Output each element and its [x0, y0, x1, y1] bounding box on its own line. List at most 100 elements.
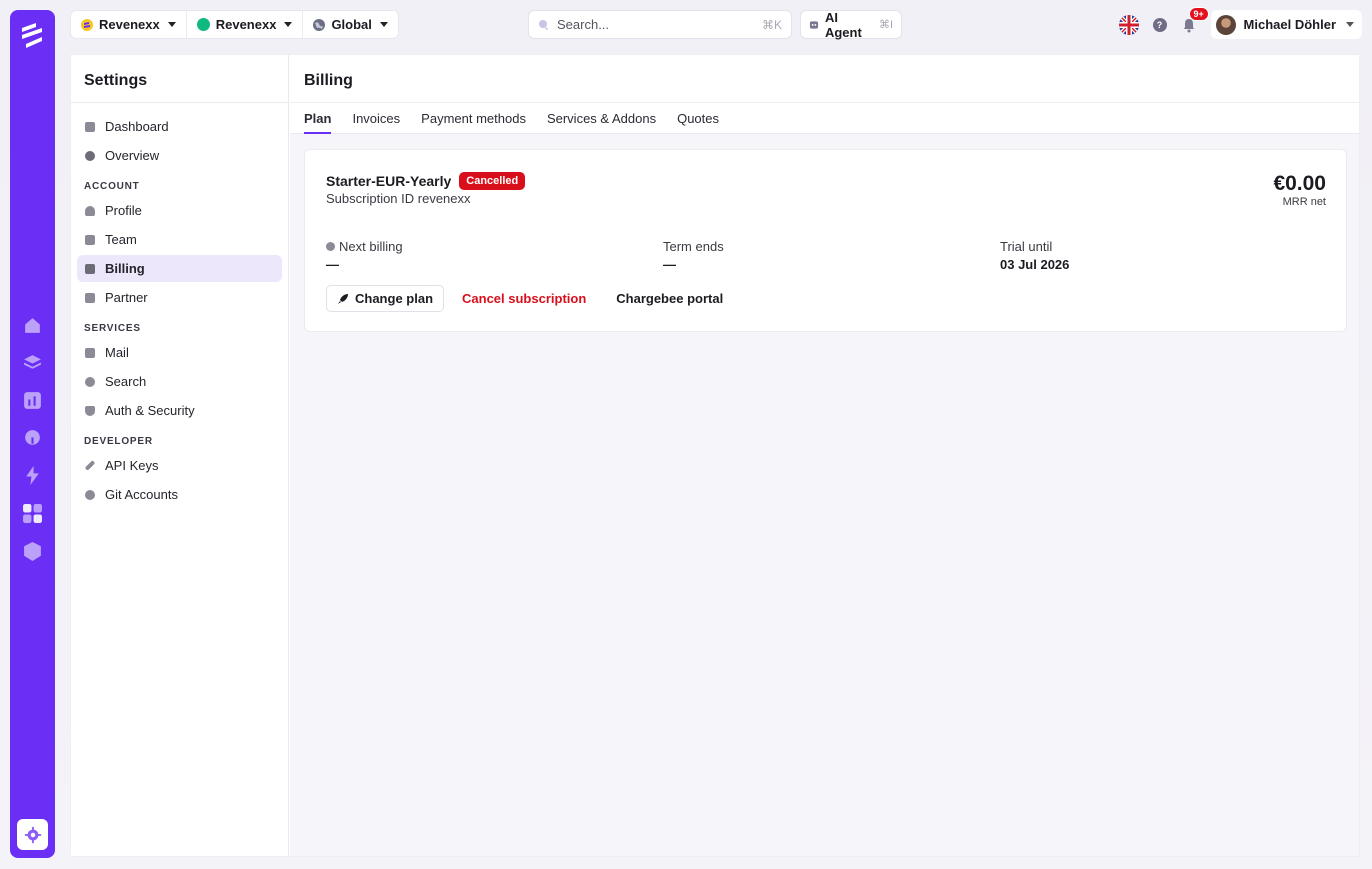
sidebar-item-label: Billing: [105, 261, 145, 276]
gear-icon: [24, 826, 41, 843]
app-rail: [10, 10, 55, 858]
sidebar-item-label: Team: [105, 232, 137, 247]
org-label: Revenexx: [215, 17, 277, 32]
term-ends-value: —: [663, 257, 676, 272]
notifications-button[interactable]: 9+: [1181, 6, 1209, 33]
tab-quotes[interactable]: Quotes: [677, 103, 719, 134]
ai-agent-label: AI Agent: [824, 9, 862, 40]
page-title: Billing: [290, 55, 1359, 103]
revenexx-logo-icon: [81, 18, 93, 31]
sidebar-item-api-keys[interactable]: API Keys: [77, 452, 282, 479]
sidebar-item-overview[interactable]: Overview: [77, 142, 282, 169]
sidebar-item-search[interactable]: Search: [77, 368, 282, 395]
settings-panel: Settings Dashboard Overview ACCOUNT Prof…: [70, 54, 1360, 857]
sidebar-item-dashboard[interactable]: Dashboard: [77, 113, 282, 140]
next-billing-label: Next billing: [339, 239, 403, 254]
user-name: Michael Döhler: [1243, 17, 1336, 32]
org-switcher[interactable]: Revenexx: [187, 11, 304, 38]
cancel-subscription-link[interactable]: Cancel subscription: [462, 291, 586, 306]
subscription-id: Subscription ID revenexx: [326, 191, 471, 206]
git-icon: [85, 489, 95, 500]
search-input[interactable]: Search... ⌘K: [528, 10, 792, 39]
dashboard-icon: [85, 121, 95, 132]
sidebar-item-label: Dashboard: [105, 119, 169, 134]
trial-until-label: Trial until: [1000, 239, 1053, 254]
next-billing: Next billing —: [326, 239, 403, 272]
avatar: [1215, 14, 1236, 35]
sidebar-item-billing[interactable]: Billing: [77, 255, 282, 282]
sidebar-item-label: Mail: [105, 345, 129, 360]
next-billing-label-row: Next billing: [326, 239, 403, 254]
sidebar-item-team[interactable]: Team: [77, 226, 282, 253]
help-icon[interactable]: ?: [1152, 17, 1167, 32]
search-shortcut: ⌘K: [761, 17, 782, 32]
chargebee-portal-link[interactable]: Chargebee portal: [616, 291, 723, 306]
chevron-down-icon: [379, 22, 388, 27]
tab-invoices[interactable]: Invoices: [352, 103, 400, 134]
price-label: MRR net: [1282, 196, 1326, 208]
sidebar-item-label: Auth & Security: [105, 403, 195, 418]
notifications-badge: 9+: [1188, 6, 1209, 21]
search-icon: [539, 19, 549, 30]
section-developer: DEVELOPER: [84, 436, 153, 447]
trial-until: Trial until 03 Jul 2026: [1000, 239, 1069, 272]
chart-icon[interactable]: [22, 390, 43, 411]
settings-rail-button[interactable]: [17, 819, 48, 850]
company-switcher[interactable]: Revenexx: [71, 11, 187, 38]
sidebar-item-auth-security[interactable]: Auth & Security: [77, 397, 282, 424]
card-icon: [85, 263, 95, 274]
user-icon: [85, 205, 95, 216]
tab-services-addons[interactable]: Services & Addons: [547, 103, 656, 134]
home-icon[interactable]: [22, 315, 43, 336]
bolt-icon[interactable]: [22, 465, 43, 486]
sidebar-item-partner[interactable]: Partner: [77, 284, 282, 311]
plan-header: Starter-EUR-Yearly Cancelled: [326, 172, 526, 190]
team-icon: [85, 234, 95, 245]
change-plan-button[interactable]: Change plan: [326, 285, 445, 312]
tab-payment-methods[interactable]: Payment methods: [421, 103, 526, 134]
ai-agent-shortcut: ⌘I: [878, 19, 893, 31]
sidebar-item-label: Git Accounts: [105, 487, 178, 502]
context-switchers: Revenexx Revenexx Global: [70, 10, 399, 39]
pin-icon[interactable]: [22, 428, 43, 449]
term-ends-label: Term ends: [663, 239, 724, 254]
box-icon[interactable]: [22, 541, 43, 562]
overview-icon: [85, 150, 95, 161]
user-menu[interactable]: Michael Döhler: [1210, 10, 1362, 39]
tab-plan[interactable]: Plan: [304, 103, 332, 134]
sidebar-item-mail[interactable]: Mail: [77, 339, 282, 366]
change-plan-label: Change plan: [355, 291, 434, 306]
layers-icon[interactable]: [22, 352, 43, 373]
grid-icon[interactable]: [22, 503, 43, 524]
app-logo-icon[interactable]: [18, 20, 47, 49]
green-dot-icon: [196, 18, 210, 31]
uk-flag-icon[interactable]: [1118, 14, 1139, 35]
key-icon: [84, 460, 96, 471]
chevron-down-icon: [167, 22, 176, 27]
sidebar-item-label: Partner: [105, 290, 148, 305]
top-bar: Revenexx Revenexx Global Search... ⌘K AI…: [70, 6, 1362, 40]
section-account: ACCOUNT: [84, 181, 140, 192]
plan-card: Starter-EUR-Yearly Cancelled Subscriptio…: [304, 149, 1347, 332]
next-billing-value: —: [326, 257, 339, 272]
term-ends: Term ends —: [663, 239, 724, 272]
settings-nav: Dashboard Overview ACCOUNT Profile Team …: [71, 103, 288, 520]
clock-icon: [326, 242, 335, 251]
trial-until-value: 03 Jul 2026: [1000, 257, 1070, 272]
ai-agent-button[interactable]: AI Agent ⌘I: [800, 9, 902, 40]
region-switcher[interactable]: Global: [303, 11, 397, 38]
store-icon: [85, 292, 95, 303]
mail-icon: [85, 347, 95, 358]
globe-icon: [313, 18, 326, 31]
sidebar-item-git-accounts[interactable]: Git Accounts: [77, 481, 282, 508]
price-value: €0.00: [1273, 172, 1326, 195]
plan-name: Starter-EUR-Yearly: [326, 173, 452, 189]
chevron-down-icon: [1346, 22, 1354, 27]
sidebar-item-label: Search: [105, 374, 147, 389]
sidebar-item-label: API Keys: [105, 458, 159, 473]
settings-sidebar: Settings Dashboard Overview ACCOUNT Prof…: [71, 55, 289, 856]
price-block: €0.00 MRR net: [1273, 172, 1326, 208]
shield-icon: [85, 405, 95, 416]
sidebar-title: Settings: [71, 55, 288, 103]
sidebar-item-profile[interactable]: Profile: [77, 197, 282, 224]
